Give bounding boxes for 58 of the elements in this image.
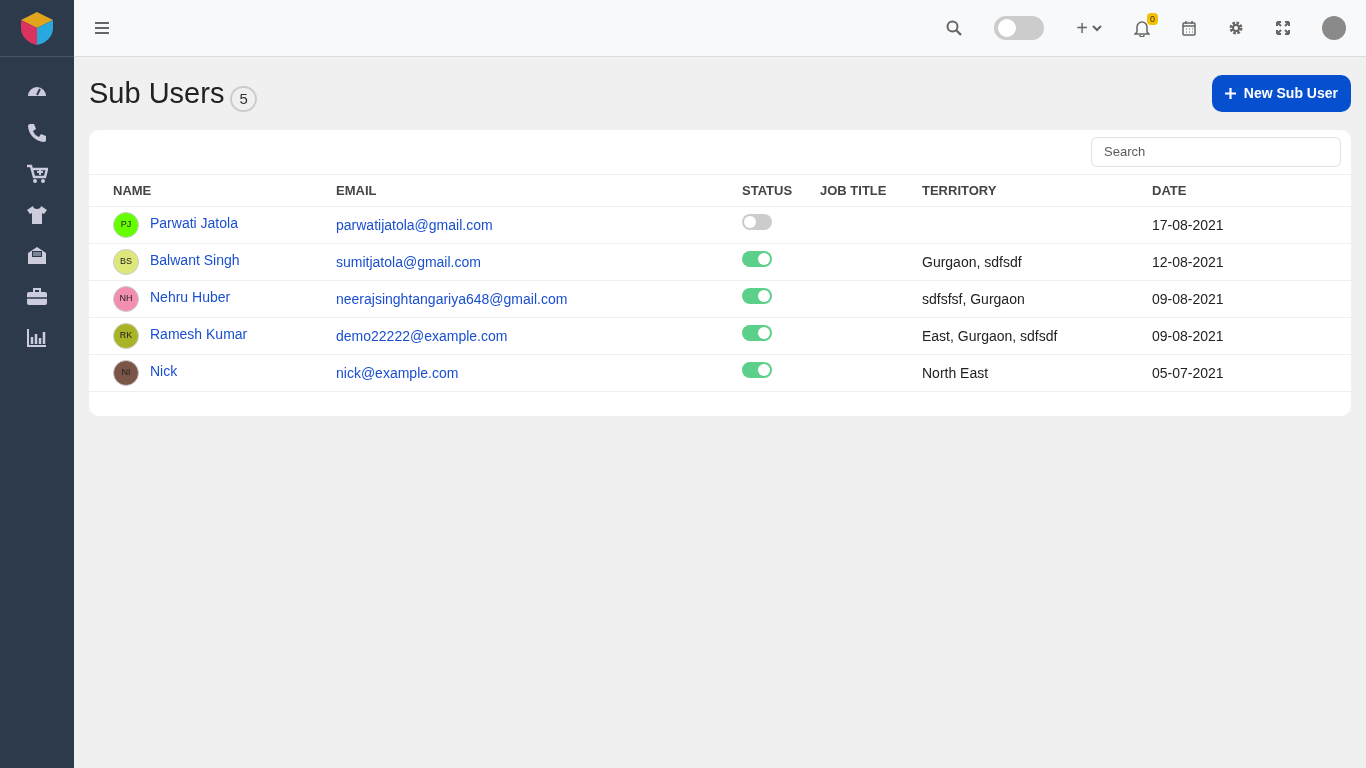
notification-badge: 0 [1147, 13, 1158, 25]
user-avatar: NH [113, 286, 139, 312]
search-icon[interactable] [946, 20, 963, 36]
avatar-placeholder[interactable] [1322, 16, 1346, 40]
user-name-link[interactable]: Ramesh Kumar [150, 323, 248, 345]
cube-logo-icon[interactable] [19, 10, 55, 46]
user-avatar: RK [113, 323, 139, 349]
email-link[interactable]: demo22222@example.com [336, 327, 508, 344]
status-toggle[interactable] [742, 214, 772, 230]
email-link[interactable]: parwatijatola@gmail.com [336, 216, 493, 233]
phone-icon[interactable] [26, 121, 48, 144]
date-text: 12-08-2021 [1152, 253, 1224, 270]
t-shirt-icon[interactable] [26, 203, 48, 226]
column-header: STATUS [742, 182, 793, 198]
email-link[interactable]: sumitjatola@gmail.com [336, 253, 481, 270]
date-text: 09-08-2021 [1152, 290, 1224, 307]
caret-icon [1092, 24, 1102, 32]
status-toggle[interactable] [742, 288, 772, 304]
column-header: NAME [113, 182, 152, 198]
new-sub-user-button[interactable]: New Sub User [1211, 75, 1351, 113]
status-toggle[interactable] [742, 325, 772, 341]
envelope-icon[interactable] [26, 244, 48, 267]
email-link[interactable]: nick@example.com [336, 364, 459, 381]
user-name-link[interactable]: Balwant Singh [150, 249, 240, 271]
territory-text: North East [922, 364, 989, 381]
briefcase-icon[interactable] [26, 285, 48, 308]
date-text: 05-07-2021 [1152, 364, 1224, 381]
plus-icon [1224, 88, 1236, 100]
email-link[interactable]: neerajsinghtangariya648@gmail.com [336, 290, 568, 307]
user-name-link[interactable]: Parwati Jatola [150, 212, 238, 234]
bell-icon[interactable] [1134, 19, 1150, 37]
user-avatar: PJ [113, 212, 139, 238]
fullscreen-icon[interactable] [1276, 21, 1290, 35]
territory-text: East, Gurgaon, sdfsdf [922, 327, 1058, 344]
calendar-icon[interactable] [1182, 20, 1196, 36]
territory-text: sdfsfsf, Gurgaon [922, 290, 1025, 307]
column-header: JOB TITLE [820, 182, 887, 198]
menu-icon[interactable] [94, 21, 110, 35]
date-text: 09-08-2021 [1152, 327, 1224, 344]
theme-toggle[interactable] [994, 16, 1045, 40]
cart-plus-icon[interactable] [26, 162, 48, 185]
user-avatar: NI [113, 360, 139, 386]
user-count: 5 [230, 85, 257, 112]
status-toggle[interactable] [742, 251, 772, 267]
status-toggle[interactable] [742, 362, 772, 378]
user-avatar: BS [113, 249, 139, 275]
search-field[interactable]: Search [1091, 136, 1341, 167]
column-header: TERRITORY [922, 182, 997, 198]
column-header: DATE [1152, 182, 1187, 198]
settings-icon[interactable] [1228, 20, 1244, 36]
territory-text: Gurgaon, sdfsdf [922, 253, 1022, 270]
date-text: 17-08-2021 [1152, 216, 1224, 233]
user-name-link[interactable]: Nick [150, 360, 178, 382]
page-title: Sub Users [89, 77, 225, 109]
column-header: EMAIL [336, 182, 377, 198]
add-menu-button[interactable]: + [1076, 13, 1102, 43]
bar-chart-icon[interactable] [26, 326, 48, 349]
user-name-link[interactable]: Nehru Huber [150, 286, 231, 308]
